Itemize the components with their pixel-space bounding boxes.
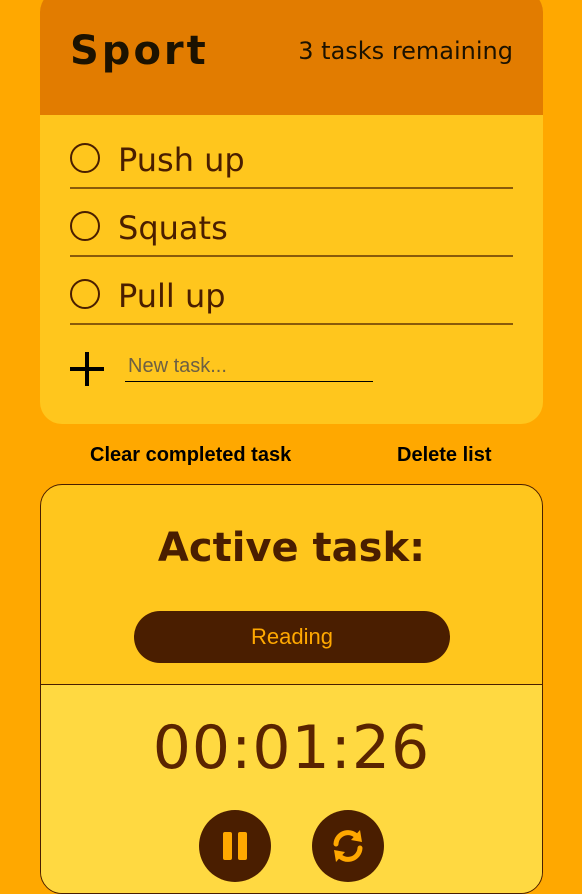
tasks-remaining-count: 3 tasks remaining	[298, 37, 513, 65]
task-checkbox[interactable]	[70, 279, 100, 309]
plus-icon[interactable]	[70, 352, 104, 386]
task-checkbox[interactable]	[70, 211, 100, 241]
task-item[interactable]: Squats	[70, 203, 513, 257]
list-title: Sport	[70, 28, 209, 74]
timer-panel: 00:01:26	[41, 685, 542, 893]
task-item[interactable]: Pull up	[70, 271, 513, 325]
active-task-card: Active task: Reading 00:01:26	[40, 484, 543, 894]
reset-button[interactable]	[312, 810, 384, 882]
task-item[interactable]: Push up	[70, 135, 513, 189]
timer-display: 00:01:26	[152, 713, 431, 783]
pause-button[interactable]	[199, 810, 271, 882]
active-task-title: Active task:	[157, 525, 426, 571]
delete-list-button[interactable]: Delete list	[397, 444, 491, 467]
refresh-icon	[333, 830, 363, 862]
active-task-header: Active task: Reading	[41, 485, 542, 685]
task-label: Squats	[118, 209, 228, 247]
task-label: Pull up	[118, 277, 226, 315]
list-header: Sport 3 tasks remaining	[40, 0, 543, 115]
new-task-input[interactable]	[125, 352, 373, 382]
todo-list-card: Sport 3 tasks remaining Push up Squats P…	[40, 0, 543, 424]
active-task-name[interactable]: Reading	[134, 611, 450, 663]
clear-completed-button[interactable]: Clear completed task	[90, 444, 291, 467]
pause-icon	[223, 832, 247, 860]
task-checkbox[interactable]	[70, 143, 100, 173]
task-label: Push up	[118, 141, 245, 179]
